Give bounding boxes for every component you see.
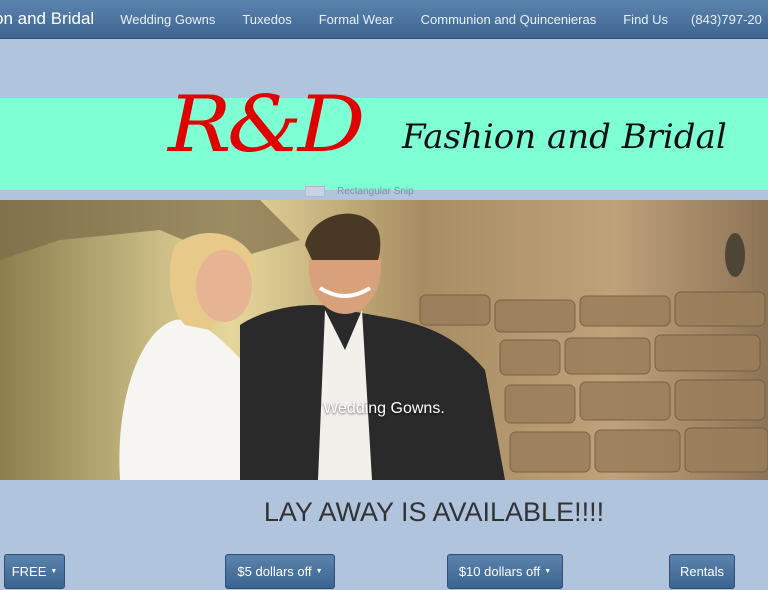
nav-formal-wear[interactable]: Formal Wear <box>319 12 394 27</box>
caret-down-icon: ▼ <box>315 568 323 575</box>
snip-label: Rectangular Snip <box>337 186 414 197</box>
free-button-label: FREE <box>11 564 47 579</box>
wedding-photo <box>0 200 768 480</box>
rentals-button-label: Rentals <box>679 564 725 579</box>
five-off-dropdown-button[interactable]: $5 dollars off ▼ <box>225 554 335 589</box>
free-dropdown-button[interactable]: FREE ▼ <box>4 554 65 589</box>
caret-down-icon: ▼ <box>544 568 552 575</box>
logo-text: Fashion and Bridal <box>402 117 727 157</box>
top-navbar: on and Bridal Wedding Gowns Tuxedos Form… <box>0 0 768 39</box>
snip-tooltip: Rectangular Snip <box>305 186 414 197</box>
logo-initials: R&D <box>168 80 365 170</box>
navbar-brand[interactable]: on and Bridal <box>0 9 94 29</box>
nav-phone[interactable]: (843)797-20 <box>691 12 762 27</box>
rentals-button[interactable]: Rentals <box>669 554 735 589</box>
nav-wedding-gowns[interactable]: Wedding Gowns <box>120 12 215 27</box>
carousel-caption: Wedding Gowns. <box>323 400 445 417</box>
snip-icon <box>305 186 325 197</box>
nav-find-us[interactable]: Find Us <box>623 12 668 27</box>
ten-off-dropdown-button[interactable]: $10 dollars off ▼ <box>447 554 563 589</box>
ten-off-button-label: $10 dollars off <box>458 564 541 579</box>
nav-communion-quinceneras[interactable]: Communion and Quincenieras <box>421 12 597 27</box>
five-off-button-label: $5 dollars off <box>237 564 312 579</box>
nav-tuxedos[interactable]: Tuxedos <box>242 12 291 27</box>
layaway-headline: LAY AWAY IS AVAILABLE!!!! <box>263 497 605 527</box>
hero-carousel[interactable]: Wedding Gowns. <box>0 200 768 480</box>
caret-down-icon: ▼ <box>50 568 58 575</box>
